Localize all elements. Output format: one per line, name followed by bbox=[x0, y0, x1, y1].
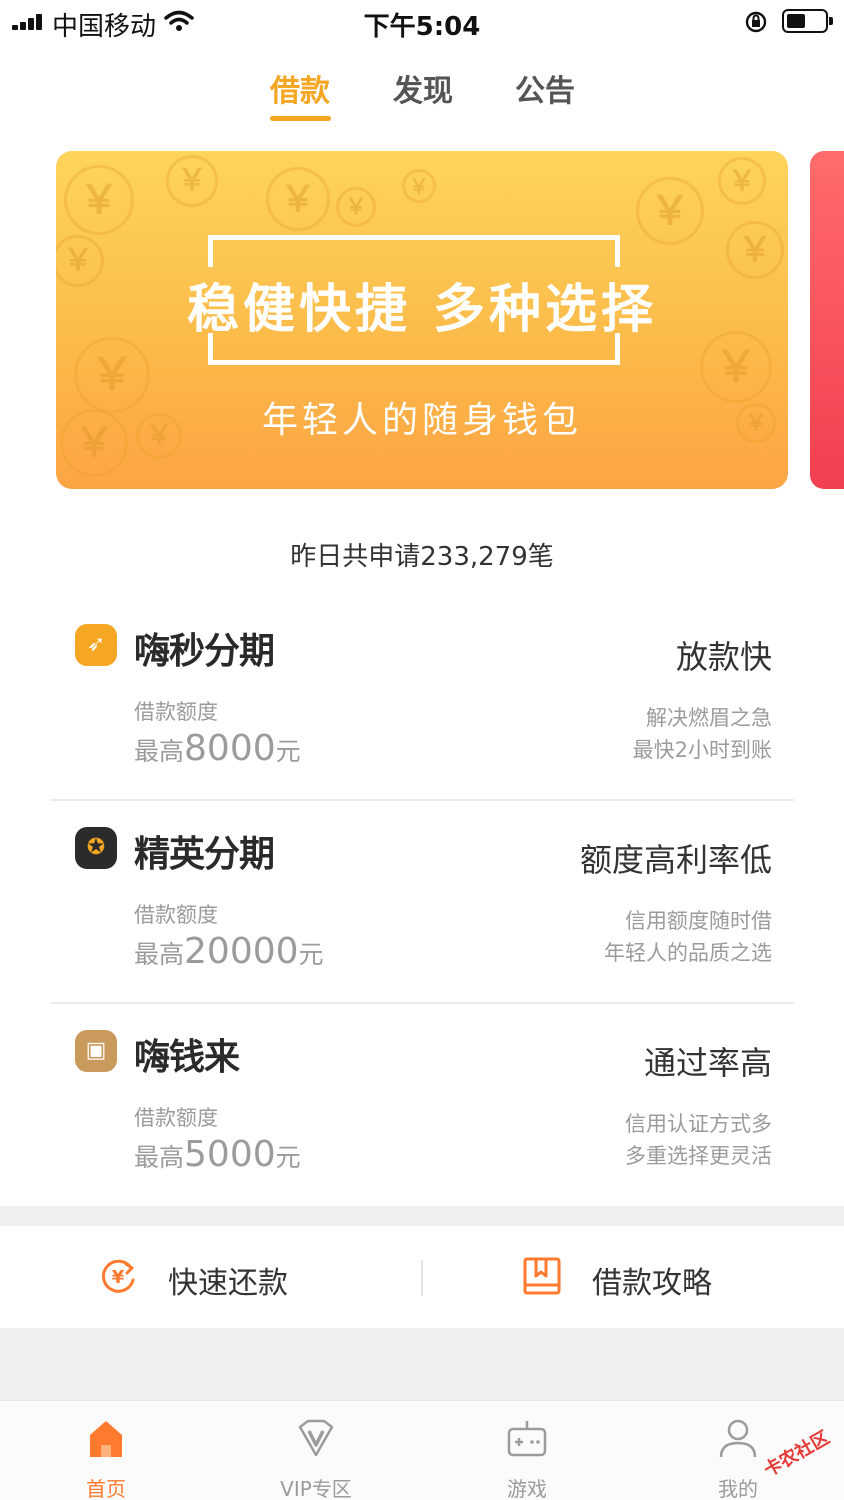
product-desc-1: 信用认证方式多 bbox=[625, 1112, 772, 1136]
limit-label: 借款额度 bbox=[134, 1106, 218, 1130]
product-desc-1: 信用额度随时借 bbox=[625, 909, 772, 933]
gamepad-icon bbox=[507, 1421, 547, 1457]
watermark-logo: 卡农社区 bbox=[742, 1420, 838, 1482]
product-desc-2: 最快2小时到账 bbox=[632, 738, 772, 762]
product-feature: 放款快 bbox=[675, 638, 772, 676]
next-banner-peek[interactable] bbox=[810, 151, 844, 489]
promo-banner[interactable]: ￥ ￥ ￥ ￥ ￥ ￥ ￥ ￥ ￥ ￥ ￥ ￥ ￥ ￥ 稳健快捷 多种选择 年轻… bbox=[56, 151, 788, 489]
repay-icon: ¥ bbox=[101, 1259, 135, 1293]
limit-unit: 元 bbox=[275, 1143, 301, 1172]
product-name: 精英分期 bbox=[134, 834, 275, 875]
limit-prefix: 最高 bbox=[134, 940, 185, 969]
coin-decoration-icon: ￥ bbox=[266, 167, 330, 231]
nav-games-label: 游戏 bbox=[507, 1477, 547, 1500]
guide-book-icon bbox=[523, 1257, 561, 1295]
loan-guide-button[interactable]: 借款攻略 bbox=[522, 1226, 762, 1328]
limit-label: 借款额度 bbox=[134, 700, 218, 724]
coin-decoration-icon: ￥ bbox=[64, 165, 134, 235]
coin-decoration-icon: ￥ bbox=[166, 155, 218, 207]
nav-home[interactable]: 首页 bbox=[36, 1401, 176, 1500]
product-card[interactable]: ▣ 嗨钱来 借款额度 最高5000元 通过率高 信用认证方式多 多重选择更灵活 bbox=[50, 1004, 794, 1206]
coin-decoration-icon: ￥ bbox=[718, 157, 766, 205]
limit-amount: 最高8000元 bbox=[134, 728, 301, 769]
vip-icon bbox=[298, 1419, 334, 1457]
banner-headline: 稳健快捷 多种选择 bbox=[186, 280, 658, 340]
banner-frame-top bbox=[208, 235, 620, 267]
bottom-tab-bar: 首页 VIP专区 游戏 我的 bbox=[0, 1400, 844, 1500]
nav-vip-label: VIP专区 bbox=[280, 1477, 352, 1500]
coin-decoration-icon: ￥ bbox=[402, 169, 436, 203]
quick-repay-label: 快速还款 bbox=[168, 1266, 288, 1301]
top-tab-bar: 借款 发现 公告 bbox=[0, 66, 844, 126]
tab-discover[interactable]: 发现 bbox=[393, 66, 453, 110]
product-name: 嗨钱来 bbox=[134, 1037, 240, 1078]
limit-number: 8000 bbox=[184, 728, 276, 769]
quick-repay-button[interactable]: ¥ 快速还款 bbox=[98, 1226, 338, 1328]
battery-icon bbox=[782, 9, 833, 33]
svg-text:¥: ¥ bbox=[112, 1267, 125, 1288]
quick-actions: ¥ 快速还款 借款攻略 bbox=[0, 1226, 844, 1328]
medal-icon: ✪ bbox=[75, 827, 117, 869]
product-name: 嗨秒分期 bbox=[134, 631, 275, 672]
tab-loan[interactable]: 借款 bbox=[270, 66, 330, 110]
nav-vip[interactable]: VIP专区 bbox=[246, 1401, 386, 1500]
limit-amount: 最高20000元 bbox=[134, 931, 324, 972]
limit-prefix: 最高 bbox=[134, 1143, 185, 1172]
divider bbox=[421, 1260, 423, 1296]
product-desc-2: 年轻人的品质之选 bbox=[604, 941, 772, 965]
limit-number: 5000 bbox=[184, 1134, 276, 1175]
product-desc-2: 多重选择更灵活 bbox=[625, 1144, 772, 1168]
wallet-icon: ▣ bbox=[75, 1030, 117, 1072]
status-bar: 中国移动 下午5:04 bbox=[0, 0, 844, 44]
loan-guide-label: 借款攻略 bbox=[592, 1266, 712, 1301]
product-feature: 通过率高 bbox=[643, 1044, 772, 1082]
section-separator bbox=[0, 1328, 844, 1400]
limit-number: 20000 bbox=[184, 931, 299, 972]
rocket-icon: ➶ bbox=[75, 624, 117, 666]
limit-label: 借款额度 bbox=[134, 903, 218, 927]
active-tab-indicator bbox=[270, 116, 331, 121]
application-stats: 昨日共申请233,279笔 bbox=[290, 542, 554, 572]
banner-subline: 年轻人的随身钱包 bbox=[261, 400, 582, 441]
rotation-lock-icon bbox=[745, 11, 767, 33]
limit-unit: 元 bbox=[298, 940, 324, 969]
section-separator bbox=[0, 1206, 844, 1226]
nav-games[interactable]: 游戏 bbox=[457, 1401, 597, 1500]
home-icon bbox=[90, 1421, 122, 1457]
watermark-text: 卡农社区 bbox=[760, 1427, 834, 1482]
nav-home-label: 首页 bbox=[86, 1477, 126, 1500]
product-card[interactable]: ✪ 精英分期 借款额度 最高20000元 额度高利率低 信用额度随时借 年轻人的… bbox=[50, 801, 794, 1004]
limit-amount: 最高5000元 bbox=[134, 1134, 301, 1175]
coin-decoration-icon: ￥ bbox=[336, 187, 376, 227]
tab-announcement[interactable]: 公告 bbox=[515, 66, 575, 110]
product-desc-1: 解决燃眉之急 bbox=[646, 706, 772, 730]
coin-decoration-icon: ￥ bbox=[636, 177, 704, 245]
clock-time: 下午5:04 bbox=[363, 12, 481, 42]
limit-unit: 元 bbox=[275, 737, 301, 766]
limit-prefix: 最高 bbox=[134, 737, 185, 766]
product-feature: 额度高利率低 bbox=[579, 841, 772, 879]
product-card[interactable]: ➶ 嗨秒分期 借款额度 最高8000元 放款快 解决燃眉之急 最快2小时到账 bbox=[50, 598, 794, 801]
